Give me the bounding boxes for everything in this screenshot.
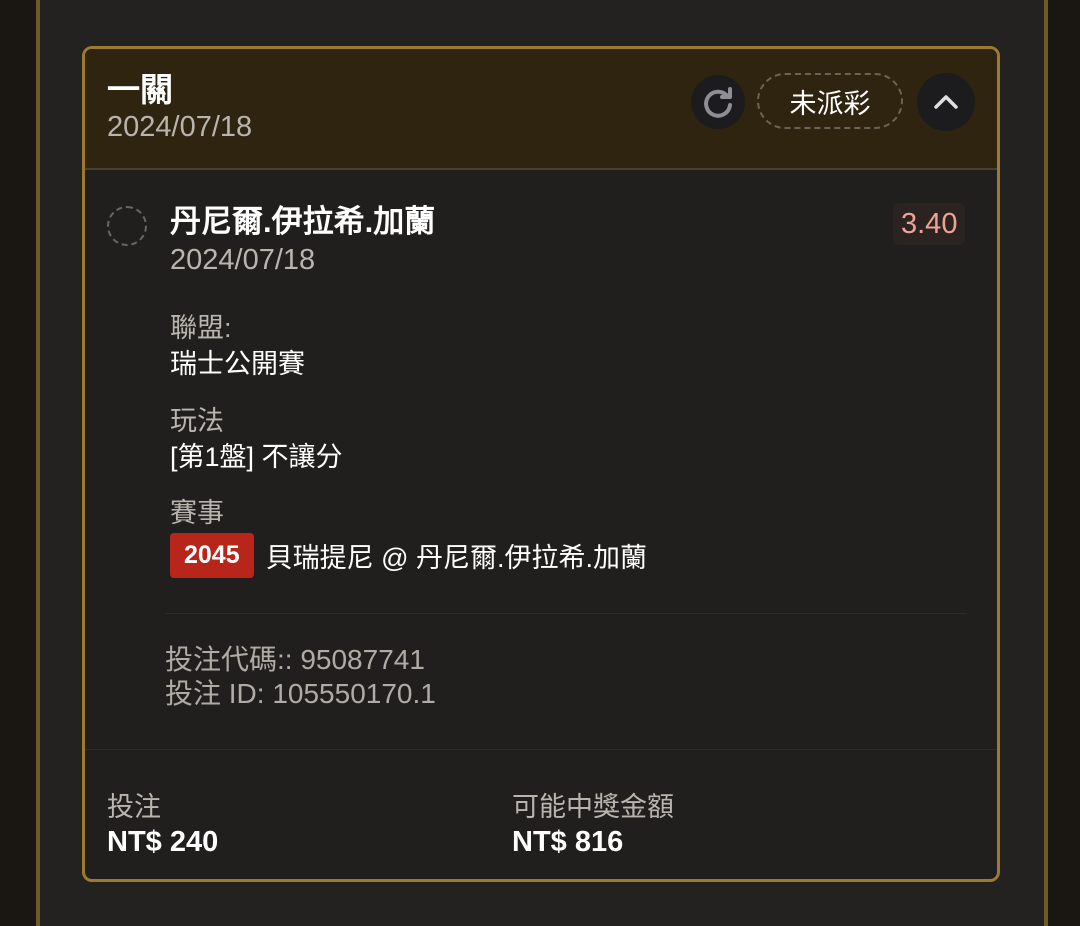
- market-label: 玩法: [170, 406, 224, 436]
- payout-value: NT$ 816: [512, 826, 624, 858]
- stake-label: 投注: [107, 792, 161, 822]
- card-header[interactable]: 一關 2024/07/18 未派彩: [85, 49, 997, 170]
- bet-code: 投注代碼:: 95087741: [165, 644, 425, 675]
- selection-date: 2024/07/18: [170, 244, 316, 276]
- bet-type-title: 一關: [107, 71, 173, 108]
- payout-label: 可能中獎金額: [512, 792, 674, 822]
- market-value: [第1盤] 不讓分: [170, 442, 343, 472]
- event-name: 貝瑞提尼 @ 丹尼爾.伊拉希.加蘭: [265, 542, 648, 573]
- bet-date: 2024/07/18: [107, 111, 253, 143]
- event-row: 2045 貝瑞提尼 @ 丹尼爾.伊拉希.加蘭: [170, 532, 647, 578]
- divider: [165, 613, 967, 614]
- refresh-button[interactable]: [691, 75, 745, 129]
- league-value: 瑞士公開賽: [170, 349, 305, 379]
- bet-card: 一關 2024/07/18 未派彩 丹尼爾.伊拉希.加蘭 2024/07/18 …: [82, 46, 1000, 882]
- event-label: 賽事: [170, 498, 224, 528]
- collapse-button[interactable]: [917, 73, 975, 131]
- divider: [85, 749, 997, 750]
- selection-name: 丹尼爾.伊拉希.加蘭: [170, 204, 436, 239]
- refresh-icon: [704, 87, 732, 118]
- status-badge: 未派彩: [757, 73, 903, 129]
- odds-badge: 3.40: [893, 203, 966, 245]
- bet-id: 投注 ID: 105550170.1: [165, 678, 436, 709]
- stake-value: NT$ 240: [107, 826, 219, 858]
- chevron-up-icon: [934, 95, 958, 109]
- selection-radio[interactable]: [107, 206, 147, 246]
- event-id-badge: 2045: [170, 532, 254, 578]
- league-label: 聯盟:: [170, 313, 232, 343]
